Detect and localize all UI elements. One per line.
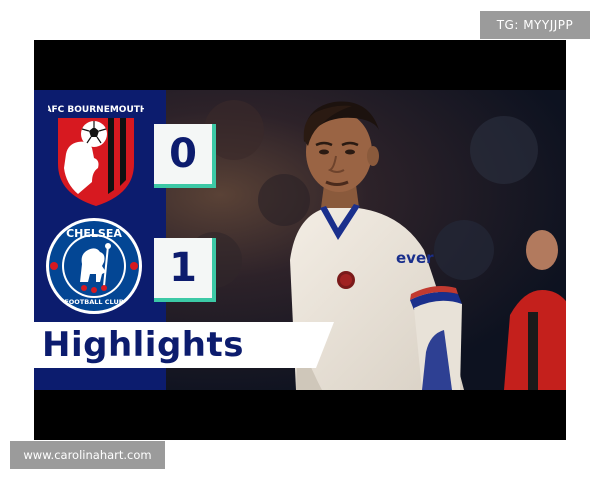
thumbnail-image: ever AFC BOURNEMOUTH 0 CHELSEA FOOTBALL … (34, 90, 566, 390)
watermark-url: www.carolinahart.com (10, 441, 165, 469)
home-team-name: AFC BOURNEMOUTH (48, 105, 144, 115)
away-score: 1 (154, 238, 216, 302)
chelsea-crest-icon: CHELSEA FOOTBALL CLUB (46, 218, 142, 314)
away-crest-bottom-text: FOOTBALL CLUB (64, 298, 123, 306)
away-team-name: CHELSEA (66, 227, 122, 240)
home-score: 0 (154, 124, 216, 188)
watermark-tg: TG: MYYJJPP (480, 11, 590, 39)
video-thumbnail[interactable]: ever AFC BOURNEMOUTH 0 CHELSEA FOOTBALL … (34, 40, 566, 440)
shirt-sponsor: ever (396, 249, 434, 267)
afc-bournemouth-crest-icon: AFC BOURNEMOUTH (48, 105, 144, 206)
highlights-banner: Highlights (34, 322, 334, 368)
highlights-label: Highlights (42, 325, 244, 365)
